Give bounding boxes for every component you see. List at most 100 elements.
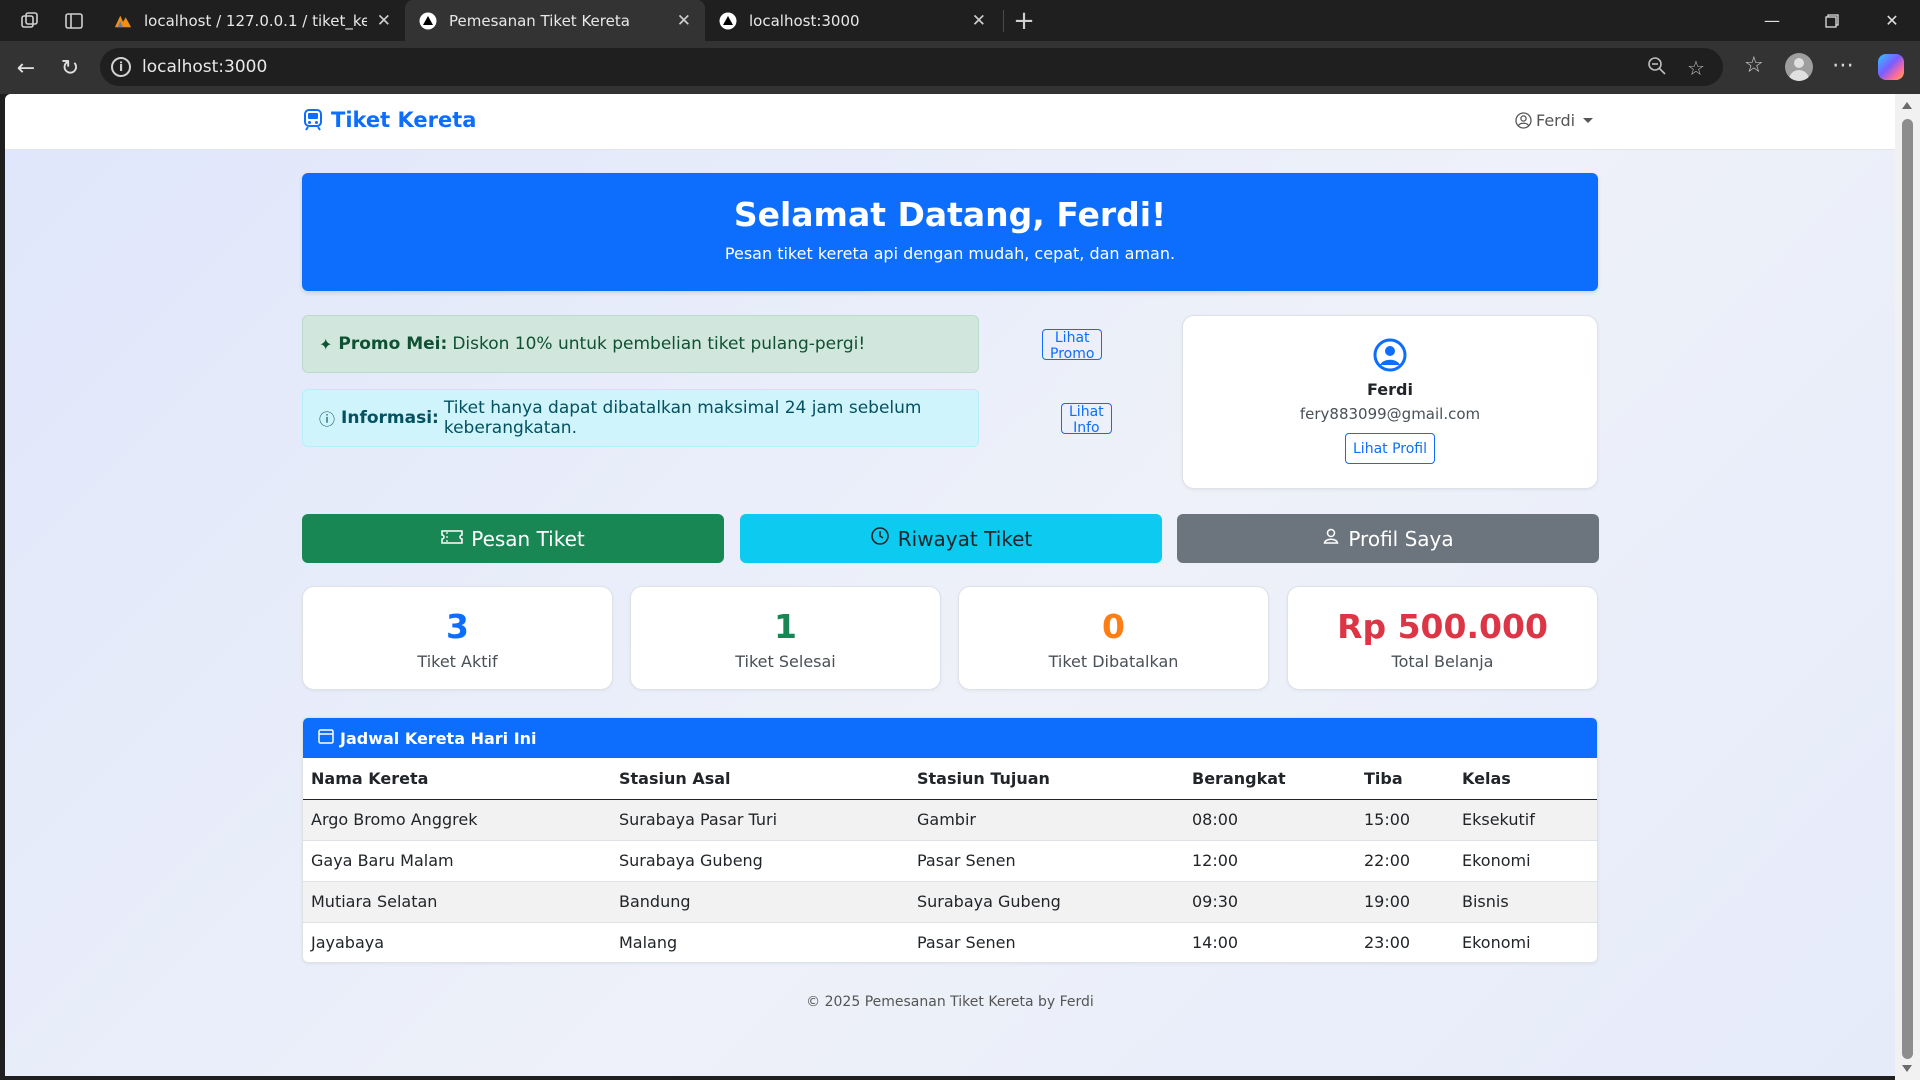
stat-label: Tiket Aktif bbox=[417, 652, 498, 671]
url-field[interactable]: i localhost:3000 ☆ bbox=[100, 48, 1723, 86]
welcome-title: Selamat Datang, Ferdi! bbox=[733, 195, 1167, 234]
table-cell: Surabaya Gubeng bbox=[611, 840, 909, 882]
brand-link[interactable]: Tiket Kereta bbox=[303, 108, 476, 132]
profile-name: Ferdi bbox=[1367, 380, 1413, 399]
book-ticket-label: Pesan Tiket bbox=[471, 526, 585, 551]
clock-history-icon bbox=[870, 526, 890, 551]
close-window-icon[interactable]: ✕ bbox=[1864, 0, 1920, 41]
stat-value: 1 bbox=[774, 607, 797, 646]
minimize-icon[interactable]: — bbox=[1744, 0, 1800, 41]
column-header: Berangkat bbox=[1184, 758, 1356, 800]
welcome-banner: Selamat Datang, Ferdi! Pesan tiket keret… bbox=[302, 173, 1598, 291]
close-tab-icon[interactable]: ✕ bbox=[677, 11, 691, 31]
schedule-header: Jadwal Kereta Hari Ini bbox=[303, 718, 1597, 758]
stat-value: 3 bbox=[446, 607, 469, 646]
workspaces-icon[interactable] bbox=[17, 8, 43, 34]
table-row: Argo Bromo Anggrek Surabaya Pasar Turi G… bbox=[303, 799, 1597, 841]
scroll-down-icon[interactable] bbox=[1902, 1065, 1912, 1072]
back-icon[interactable]: ← bbox=[10, 52, 42, 84]
table-cell: Surabaya Pasar Turi bbox=[611, 799, 909, 841]
favorites-icon[interactable]: ☆ bbox=[1744, 53, 1764, 78]
table-row: Gaya Baru Malam Surabaya Gubeng Pasar Se… bbox=[303, 840, 1597, 882]
profile-card: Ferdi fery883099@gmail.com Lihat Profil bbox=[1182, 315, 1598, 489]
triangle-favicon-icon bbox=[719, 12, 737, 30]
triangle-favicon-icon bbox=[419, 12, 437, 30]
user-name: Ferdi bbox=[1536, 111, 1576, 130]
table-cell: Ekonomi bbox=[1454, 840, 1597, 882]
site-info-icon[interactable]: i bbox=[111, 57, 131, 77]
new-tab-icon[interactable]: + bbox=[1011, 6, 1037, 36]
phpmyadmin-favicon-icon bbox=[114, 12, 132, 30]
info-label: Informasi: bbox=[341, 408, 439, 428]
sparkles-icon: ✦ bbox=[319, 334, 333, 354]
close-tab-icon[interactable]: ✕ bbox=[377, 11, 391, 31]
table-cell: Mutiara Selatan bbox=[303, 881, 611, 923]
table-row: Mutiara Selatan Bandung Surabaya Gubeng … bbox=[303, 881, 1597, 923]
table-cell: Bandung bbox=[611, 881, 909, 923]
tab-pemesanan[interactable]: Pemesanan Tiket Kereta ✕ bbox=[405, 0, 705, 41]
page-scrollbar[interactable] bbox=[1895, 94, 1920, 1080]
browser-profile-avatar[interactable] bbox=[1785, 53, 1813, 81]
user-circle-icon bbox=[1515, 112, 1532, 129]
tab-title: localhost:3000 bbox=[749, 11, 860, 30]
tab-phpmyadmin[interactable]: localhost / 127.0.0.1 / tiket_kereta ✕ bbox=[100, 0, 405, 41]
more-options-icon[interactable]: ⋯ bbox=[1832, 53, 1854, 78]
table-cell: Eksekutif bbox=[1454, 799, 1597, 841]
restore-icon[interactable] bbox=[1804, 0, 1860, 41]
stat-total-spending: Rp 500.000 Total Belanja bbox=[1287, 586, 1598, 690]
table-row: Jayabaya Malang Pasar Senen 14:00 23:00 … bbox=[303, 922, 1597, 962]
copilot-icon[interactable] bbox=[1878, 54, 1904, 80]
table-cell: Jayabaya bbox=[303, 922, 611, 962]
tab-separator bbox=[1003, 10, 1004, 32]
scroll-up-icon[interactable] bbox=[1902, 102, 1912, 109]
ticket-icon bbox=[441, 528, 463, 550]
ticket-history-label: Riwayat Tiket bbox=[897, 526, 1033, 551]
my-profile-label: Profil Saya bbox=[1348, 526, 1454, 551]
column-header: Stasiun Asal bbox=[611, 758, 909, 800]
caret-down-icon bbox=[1583, 118, 1594, 123]
tab-localhost[interactable]: localhost:3000 ✕ bbox=[705, 0, 1000, 41]
close-tab-icon[interactable]: ✕ bbox=[972, 11, 986, 31]
stat-value: 0 bbox=[1102, 607, 1125, 646]
calendar-icon bbox=[318, 728, 334, 748]
vertical-tabs-icon[interactable] bbox=[61, 8, 87, 34]
user-dropdown[interactable]: Ferdi bbox=[1515, 111, 1594, 130]
table-cell: 12:00 bbox=[1184, 840, 1356, 882]
promo-label: Promo Mei: bbox=[338, 334, 448, 354]
navbar: Tiket Kereta Ferdi bbox=[5, 94, 1895, 150]
view-info-button[interactable]: Lihat Info bbox=[1061, 403, 1112, 436]
brand-name: Tiket Kereta bbox=[331, 108, 477, 132]
stat-cancelled-tickets: 0 Tiket Dibatalkan bbox=[958, 586, 1269, 690]
scrollbar-thumb[interactable] bbox=[1902, 119, 1913, 1059]
ticket-history-button[interactable]: Riwayat Tiket bbox=[740, 514, 1162, 563]
stat-completed-tickets: 1 Tiket Selesai bbox=[630, 586, 941, 690]
table-cell: Pasar Senen bbox=[909, 922, 1184, 962]
table-header-row: Nama Kereta Stasiun Asal Stasiun Tujuan … bbox=[303, 758, 1597, 800]
table-cell: Argo Bromo Anggrek bbox=[303, 799, 611, 841]
profile-email: fery883099@gmail.com bbox=[1299, 405, 1481, 423]
info-circle-icon: ⓘ bbox=[319, 410, 336, 429]
column-header: Nama Kereta bbox=[303, 758, 611, 800]
url-text[interactable]: localhost:3000 bbox=[142, 57, 267, 77]
my-profile-button[interactable]: Profil Saya bbox=[1177, 514, 1599, 563]
table-cell: Surabaya Gubeng bbox=[909, 881, 1184, 923]
book-ticket-button[interactable]: Pesan Tiket bbox=[302, 514, 724, 563]
schedule-table: Nama Kereta Stasiun Asal Stasiun Tujuan … bbox=[303, 758, 1597, 962]
table-cell: Bisnis bbox=[1454, 881, 1597, 923]
user-profile-icon bbox=[1373, 338, 1407, 372]
info-alert: ⓘ Informasi: Tiket hanya dapat dibatalka… bbox=[302, 389, 1112, 447]
train-icon bbox=[304, 109, 322, 131]
refresh-icon[interactable]: ↻ bbox=[54, 52, 86, 84]
stat-active-tickets: 3 Tiket Aktif bbox=[302, 586, 613, 690]
favorite-star-icon[interactable]: ☆ bbox=[1687, 56, 1705, 80]
column-header: Kelas bbox=[1454, 758, 1597, 800]
person-icon bbox=[1322, 527, 1340, 550]
zoom-icon[interactable] bbox=[1647, 56, 1667, 81]
view-profile-button[interactable]: Lihat Profil bbox=[1345, 433, 1435, 464]
table-cell: Pasar Senen bbox=[909, 840, 1184, 882]
view-promo-button[interactable]: Lihat Promo bbox=[1042, 329, 1103, 362]
table-cell: 15:00 bbox=[1356, 799, 1454, 841]
table-cell: 08:00 bbox=[1184, 799, 1356, 841]
promo-alert: ✦ Promo Mei: Diskon 10% untuk pembelian … bbox=[302, 315, 1103, 373]
promo-text: Diskon 10% untuk pembelian tiket pulang-… bbox=[452, 334, 866, 354]
